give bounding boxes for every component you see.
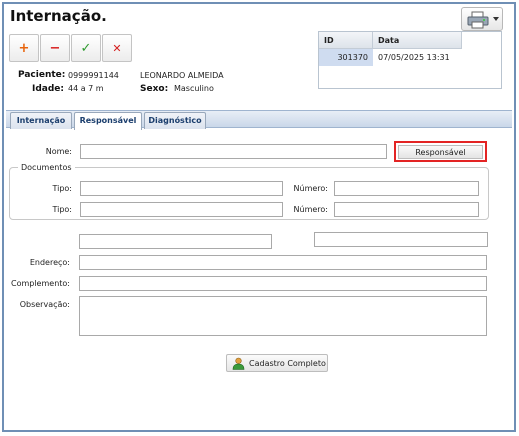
numero-input-1[interactable] (334, 181, 479, 196)
idade-label: Idade: (32, 84, 65, 94)
complemento-input[interactable] (79, 276, 487, 291)
grid-header-id[interactable]: ID (319, 32, 373, 49)
tipo-label-2: Tipo: (52, 205, 72, 214)
complemento-label: Complemento: (10, 279, 70, 288)
paciente-id: 0999991144 (68, 71, 119, 80)
remove-button[interactable]: − (40, 34, 70, 62)
responsavel-button[interactable]: Responsável (394, 141, 487, 162)
printer-icon (467, 11, 489, 29)
print-button[interactable] (461, 7, 503, 31)
chevron-down-icon[interactable] (493, 17, 499, 21)
tab-diagnostico[interactable]: Diagnóstico (144, 112, 206, 129)
admissions-grid: ID Data 301370 07/05/2025 13:31 (318, 31, 502, 89)
grid-header-data[interactable]: Data (373, 32, 462, 49)
page-title: Internação. (10, 7, 107, 25)
add-button[interactable]: + (9, 34, 39, 62)
paciente-name: LEONARDO ALMEIDA (140, 71, 224, 80)
cancel-button[interactable]: ✕ (102, 34, 132, 62)
idade-value: 44 a 7 m (68, 84, 104, 93)
tipo-input-2[interactable] (80, 202, 283, 217)
nome-input[interactable] (80, 144, 387, 159)
tab-responsavel[interactable]: Responsável (74, 112, 142, 130)
extra-input-left[interactable] (79, 234, 272, 249)
extra-input-right[interactable] (314, 232, 488, 247)
observacao-textarea[interactable] (79, 296, 487, 336)
sexo-label: Sexo: (140, 84, 169, 94)
documentos-legend: Documentos (18, 163, 75, 172)
user-icon (232, 357, 245, 370)
sexo-value: Masculino (174, 84, 214, 93)
nome-label: Nome: (45, 147, 72, 156)
endereco-label: Endereço: (29, 258, 70, 267)
tab-internacao[interactable]: Internação (10, 112, 72, 129)
tipo-input-1[interactable] (80, 181, 283, 196)
responsavel-button-label: Responsável (398, 144, 483, 159)
cadastro-completo-button[interactable]: Cadastro Completo (226, 354, 328, 372)
numero-label-1: Número: (293, 184, 328, 193)
check-icon: ✓ (80, 40, 92, 56)
observacao-label: Observação: (19, 300, 70, 309)
confirm-button[interactable]: ✓ (71, 34, 101, 62)
grid-cell-data: 07/05/2025 13:31 (378, 53, 450, 62)
tab-bar: Internação Responsável Diagnóstico (6, 110, 512, 130)
table-row[interactable]: 301370 07/05/2025 13:31 (319, 49, 462, 66)
endereco-input[interactable] (79, 255, 487, 270)
cadastro-completo-label: Cadastro Completo (249, 359, 326, 368)
grid-cell-id: 301370 (319, 49, 373, 66)
paciente-label: Paciente: (18, 70, 66, 80)
minus-icon: − (49, 40, 61, 56)
numero-label-2: Número: (293, 205, 328, 214)
close-icon: ✕ (112, 41, 122, 55)
plus-icon: + (18, 40, 30, 56)
numero-input-2[interactable] (334, 202, 479, 217)
tipo-label-1: Tipo: (52, 184, 72, 193)
